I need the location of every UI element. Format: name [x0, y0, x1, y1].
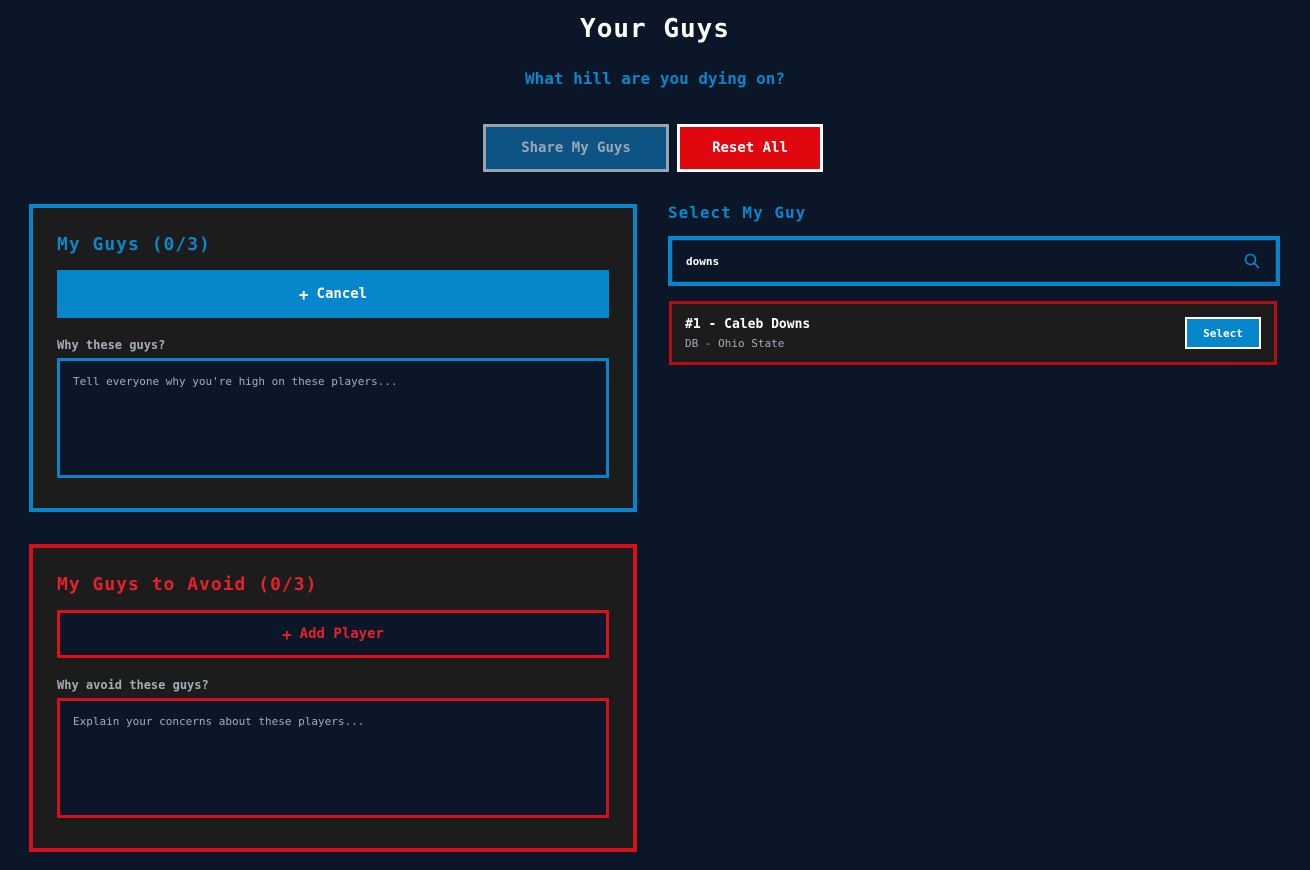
plus-icon: +: [282, 624, 292, 644]
my-guys-reason-textarea[interactable]: [57, 358, 609, 478]
cancel-button[interactable]: + Cancel: [57, 270, 609, 318]
search-result-card: #1 - Caleb Downs DB - Ohio State Select: [669, 301, 1277, 365]
my-guys-heading: My Guys (0/3): [57, 234, 211, 255]
select-player-button[interactable]: Select: [1185, 317, 1261, 349]
select-my-guy-heading: Select My Guy: [668, 203, 807, 222]
my-guys-reason-label: Why these guys?: [57, 338, 166, 352]
my-guys-panel: My Guys (0/3) + Cancel Why these guys?: [29, 204, 637, 512]
page-subtitle: What hill are you dying on?: [524, 69, 786, 88]
reset-all-button[interactable]: Reset All: [677, 124, 823, 172]
page-title: Your Guys: [580, 14, 730, 44]
result-player-name: #1 - Caleb Downs: [685, 317, 811, 332]
add-player-button[interactable]: + Add Player: [57, 610, 609, 658]
add-player-button-label: Add Player: [299, 626, 384, 642]
result-player-meta: DB - Ohio State: [685, 337, 785, 350]
search-icon[interactable]: [1244, 253, 1260, 269]
avoid-reason-label: Why avoid these guys?: [57, 678, 209, 692]
player-search-input[interactable]: [684, 240, 1224, 282]
avoid-reason-textarea[interactable]: [57, 698, 609, 818]
cancel-button-label: Cancel: [316, 286, 368, 302]
player-search-box: [668, 236, 1280, 286]
avoid-heading: My Guys to Avoid (0/3): [57, 574, 318, 595]
share-my-guys-button[interactable]: Share My Guys: [483, 124, 669, 172]
avoid-panel: My Guys to Avoid (0/3) + Add Player Why …: [29, 544, 637, 852]
plus-icon: +: [298, 284, 309, 304]
